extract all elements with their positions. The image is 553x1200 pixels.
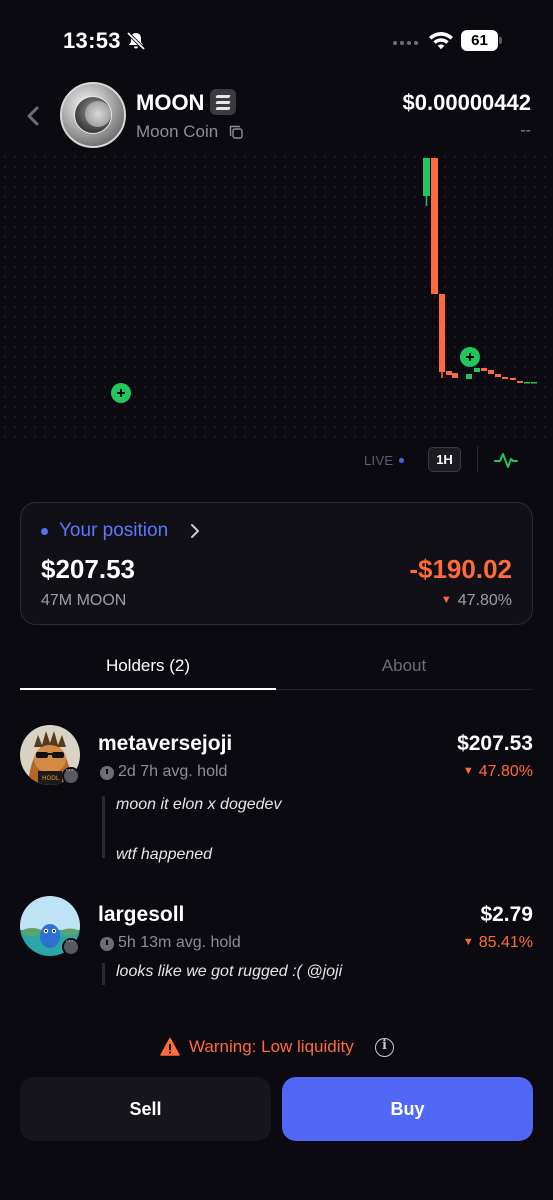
holder-pnl-percent: ▼ 85.41% <box>463 934 533 952</box>
candle <box>423 158 430 196</box>
position-pnl: -$190.02 <box>409 554 512 584</box>
battery-icon: 61 <box>461 30 503 51</box>
candle <box>474 368 480 372</box>
chat-badge-icon <box>62 935 80 956</box>
chevron-right-icon <box>191 524 199 538</box>
candle <box>431 158 438 294</box>
token-price-change: -- <box>520 122 531 139</box>
down-triangle-icon: ▼ <box>462 765 474 777</box>
position-pnl-percent: ▼ 47.80% <box>441 592 512 610</box>
holder-comments: looks like we got rugged :( @joji <box>102 963 342 985</box>
candle <box>531 382 537 384</box>
token-symbol: MOON <box>136 90 205 115</box>
holder-name[interactable]: metaversejoji <box>98 732 232 756</box>
token-detail-screen: 13:53 61 MOON Moon Coin $0.00000442 -- L… <box>0 0 553 1200</box>
tab-bar: Holders (2) About <box>20 644 533 690</box>
copy-icon[interactable] <box>229 125 243 139</box>
position-amount: 47M MOON <box>41 592 127 609</box>
liquidity-warning: Warning: Low liquidity <box>0 1036 553 1060</box>
candle <box>517 381 523 383</box>
candle <box>495 374 501 377</box>
position-dot <box>41 528 48 535</box>
candle <box>446 371 452 375</box>
status-time: 13:53 <box>63 28 121 53</box>
tab-holders[interactable]: Holders (2) <box>20 656 276 676</box>
chat-badge-icon <box>62 764 80 785</box>
live-label: LIVE <box>364 453 394 468</box>
divider <box>477 446 478 472</box>
position-title: Your position <box>59 520 169 541</box>
buy-marker <box>460 347 480 367</box>
candle <box>439 294 445 372</box>
token-name: Moon Coin <box>136 122 219 141</box>
position-pnl-percent-value: 47.80% <box>457 592 512 609</box>
holder-value: $207.53 <box>457 732 533 755</box>
sell-button[interactable]: Sell <box>20 1077 271 1141</box>
bell-slash-icon <box>126 31 146 51</box>
signal-dots-icon <box>393 41 418 45</box>
status-bar: 13:53 61 <box>0 0 553 80</box>
svg-text:HODL: HODL <box>42 775 60 782</box>
holder-pnl-percent: ▼ 47.80% <box>463 763 533 781</box>
clock-icon <box>100 937 114 951</box>
back-chevron-icon[interactable] <box>22 100 46 132</box>
candle <box>524 382 530 384</box>
holder-pnl-percent-value: 47.80% <box>478 763 533 780</box>
chart-controls: LIVE 1H <box>0 446 553 476</box>
line-chart-toggle-icon[interactable] <box>494 449 518 471</box>
token-price: $0.00000442 <box>402 90 531 115</box>
comment: wtf happened <box>116 846 213 863</box>
buy-marker <box>111 383 131 403</box>
position-card[interactable]: Your position $207.53 47M MOON -$190.02 … <box>20 502 533 625</box>
timeframe-button[interactable]: 1H <box>428 447 461 472</box>
price-chart[interactable] <box>0 152 553 442</box>
solana-chain-icon <box>210 89 236 115</box>
live-dot <box>399 458 404 463</box>
candle <box>452 373 458 378</box>
candle <box>481 368 487 371</box>
candle <box>510 378 516 380</box>
info-icon[interactable] <box>375 1038 394 1057</box>
holder-avg-hold: 5h 13m avg. hold <box>118 934 241 951</box>
candlestick-chart <box>111 158 537 403</box>
holder-row[interactable]: HODL metaversejoji 2d 7h avg. hold $207.… <box>20 725 533 865</box>
warning-icon <box>160 1037 180 1056</box>
down-triangle-icon: ▼ <box>440 594 452 606</box>
holder-pnl-percent-value: 85.41% <box>478 934 533 951</box>
holder-avg-hold: 2d 7h avg. hold <box>118 763 228 780</box>
candle <box>466 374 472 379</box>
down-triangle-icon: ▼ <box>462 936 474 948</box>
wifi-icon <box>429 32 453 50</box>
holder-comments: moon it elon x dogedev wtf happened <box>102 796 282 863</box>
buy-button[interactable]: Buy <box>282 1077 533 1141</box>
clock-icon <box>100 766 114 780</box>
holder-value: $2.79 <box>480 903 533 926</box>
position-value: $207.53 <box>41 554 135 584</box>
candle <box>488 370 494 374</box>
warning-text: Warning: Low liquidity <box>189 1037 354 1056</box>
active-tab-indicator <box>20 688 276 690</box>
candle <box>502 377 508 379</box>
comment: moon it elon x dogedev <box>116 796 282 813</box>
comment: looks like we got rugged :( @joji <box>116 963 343 980</box>
tab-about[interactable]: About <box>276 656 532 676</box>
holder-row[interactable]: largesoll 5h 13m avg. hold $2.79 ▼ 85.41%… <box>20 896 533 988</box>
battery-level: 61 <box>461 30 498 51</box>
holder-name[interactable]: largesoll <box>98 903 184 927</box>
token-logo <box>60 82 126 148</box>
